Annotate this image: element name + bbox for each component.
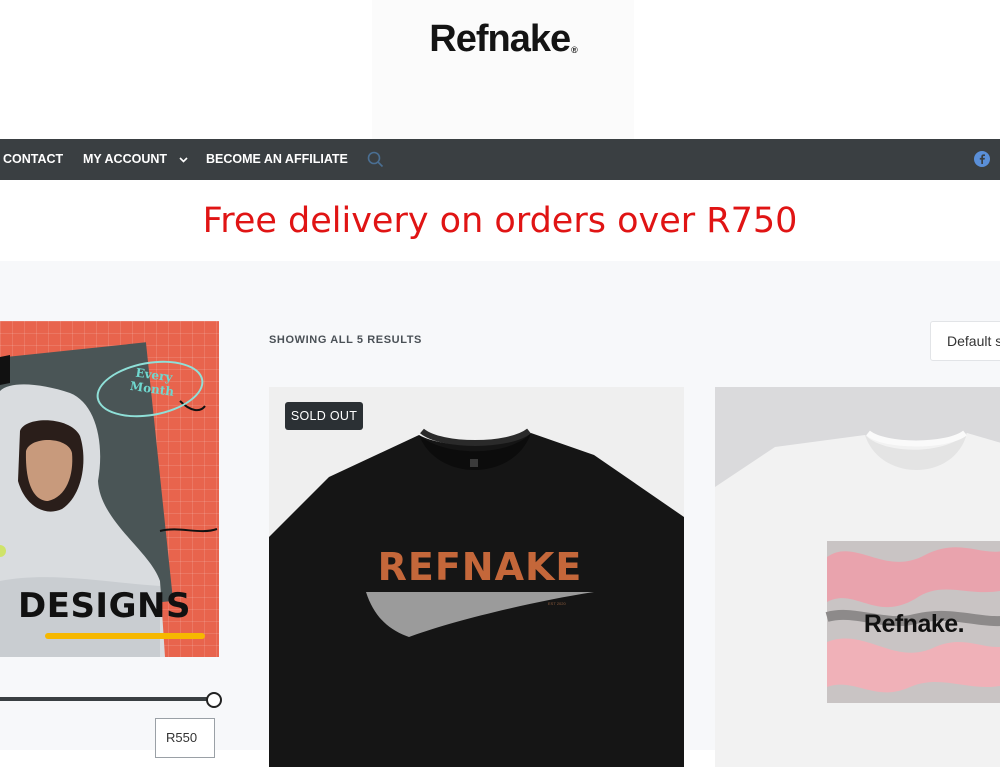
site-header: Refnake® xyxy=(0,0,1000,140)
max-price-input[interactable]: R550 xyxy=(155,718,215,758)
free-delivery-banner: Free delivery on orders over R750 xyxy=(202,201,798,241)
logo-text: Refnake® xyxy=(429,18,577,60)
banner-underline xyxy=(45,633,205,639)
nav-item-contact[interactable]: CONTACT xyxy=(3,139,63,180)
banner-headline: DESIGNS xyxy=(18,586,191,626)
facebook-icon[interactable] xyxy=(974,151,990,167)
search-icon[interactable] xyxy=(367,151,384,168)
sort-select[interactable]: Default sorting xyxy=(930,321,1000,361)
site-logo[interactable]: Refnake® xyxy=(372,0,634,140)
nav-item-my-account[interactable]: MY ACCOUNT xyxy=(83,139,188,180)
sold-out-badge: SOLD OUT xyxy=(285,402,363,430)
result-count: SHOWING ALL 5 RESULTS xyxy=(269,334,422,346)
nav-item-become-affiliate[interactable]: BECOME AN AFFILIATE xyxy=(206,139,348,180)
tshirt-print-text: Refnake. xyxy=(863,610,965,638)
price-slider-handle[interactable] xyxy=(206,692,222,708)
product-card[interactable] xyxy=(715,387,1000,767)
tshirt-print-subtext: EST 2020 xyxy=(548,601,566,606)
white-tshirt-image xyxy=(715,430,1000,767)
chevron-down-icon xyxy=(178,157,188,163)
price-slider-track[interactable] xyxy=(0,697,212,701)
tshirt-print-text: REFNAKE xyxy=(377,545,583,589)
